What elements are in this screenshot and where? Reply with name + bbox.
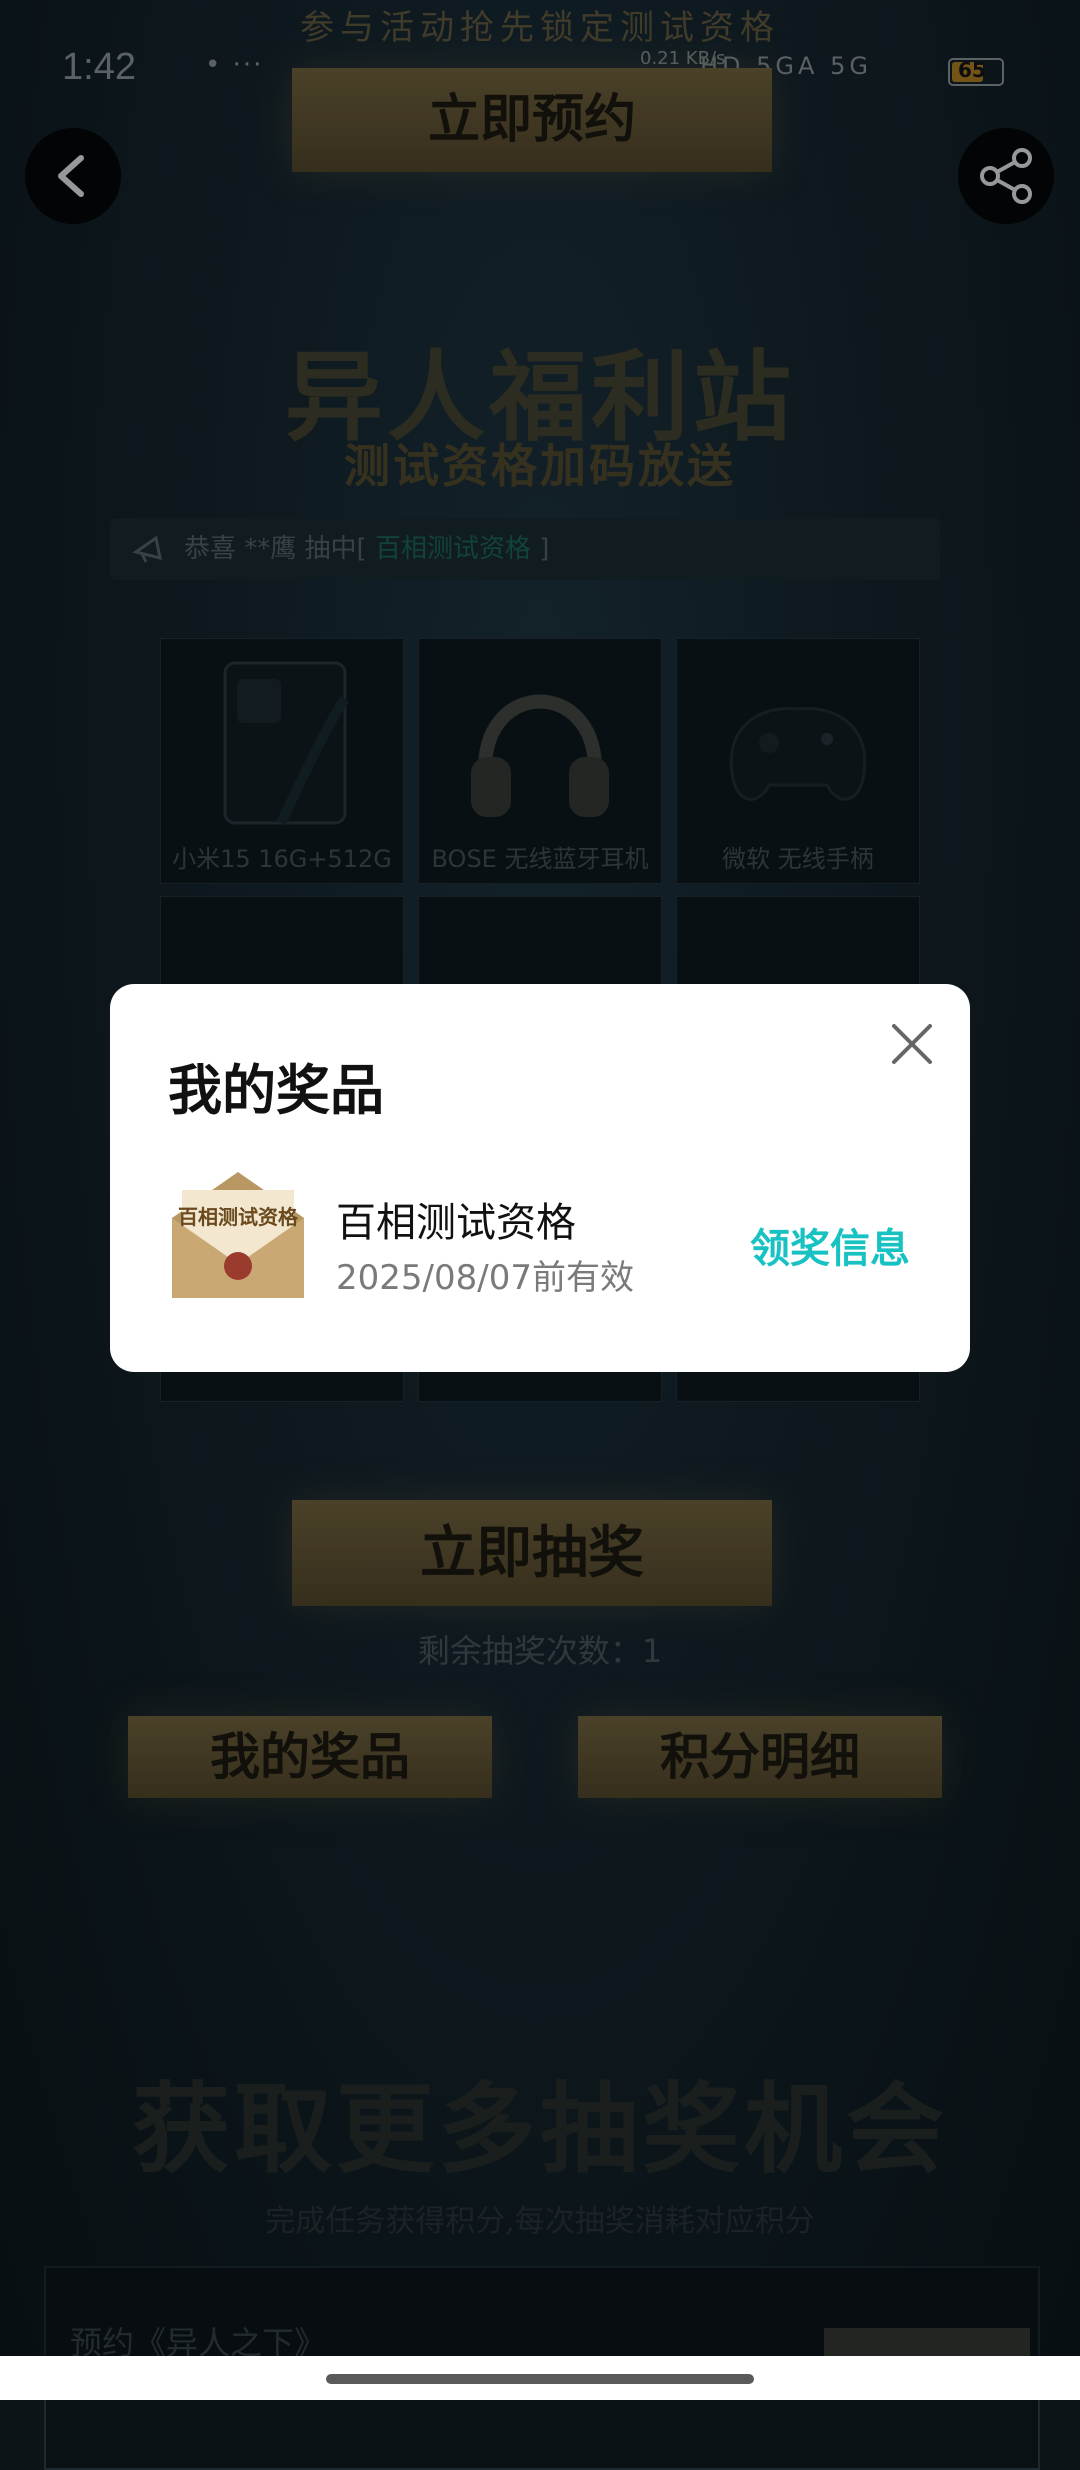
- close-icon[interactable]: [886, 1018, 938, 1070]
- my-prizes-modal: 我的奖品 百相测试资格 百相测试资格 2025/08/07前有效 领奖信息: [110, 984, 970, 1372]
- prize-validity: 2025/08/07前有效: [336, 1258, 634, 1298]
- prize-envelope-icon: 百相测试资格: [172, 1172, 304, 1298]
- home-indicator[interactable]: [326, 2374, 754, 2384]
- prize-envelope-text: 百相测试资格: [178, 1205, 299, 1229]
- bottom-bar: [0, 2356, 1080, 2400]
- claim-info-link[interactable]: 领奖信息: [750, 1216, 910, 1274]
- prize-name: 百相测试资格: [336, 1200, 576, 1246]
- modal-title: 我的奖品: [168, 1059, 384, 1122]
